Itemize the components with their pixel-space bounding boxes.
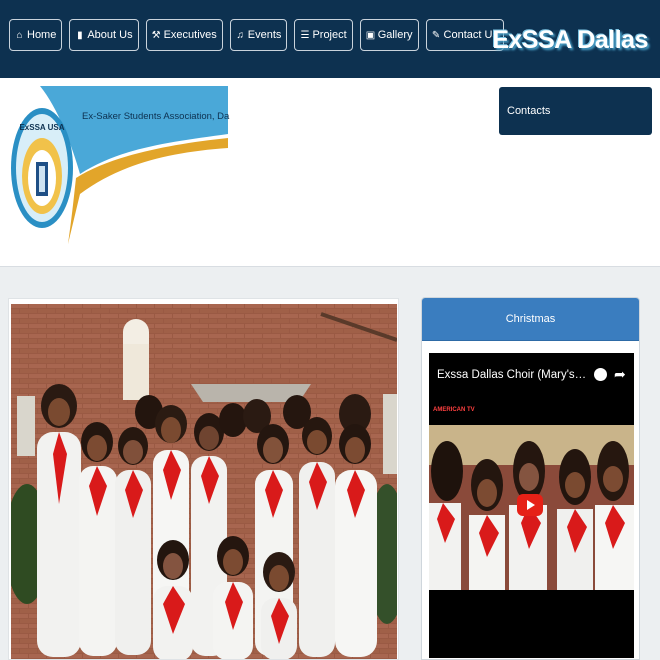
main-nav: ⌂ Home ▮ About Us ⚒ Executives ♫ Events ☰ Pro… [9, 19, 504, 51]
nav-project-button[interactable]: ☰ Project [294, 19, 353, 51]
nav-label: Gallery [377, 29, 413, 41]
gavel-icon: ⚒ [151, 29, 161, 41]
video-channel-logo: AMERICAN TV [433, 407, 475, 413]
video-embed[interactable]: Exssa Dallas Choir (Mary's Boy Child) ..… [429, 353, 634, 658]
site-brand[interactable]: ExSSA Dallas [492, 26, 648, 55]
christmas-panel: Christmas Exssa Dallas Choir (Mary's B ➦… [421, 297, 640, 660]
nav-executives-button[interactable]: ⚒ Executives [145, 19, 223, 51]
nav-label: Home [27, 29, 57, 41]
nav-label: Executives [163, 29, 217, 41]
christmas-panel-heading: Christmas [422, 298, 639, 341]
video-title[interactable]: Exssa Dallas Choir (Mary's Boy Child) ..… [437, 369, 587, 381]
share-icon[interactable]: ➦ [614, 366, 626, 383]
book-icon: ▮ [77, 29, 83, 41]
nav-gallery-button[interactable]: ▣ Gallery [359, 19, 419, 51]
home-icon: ⌂ [16, 29, 23, 41]
logo-emblem-text: ExSSA USA [19, 123, 64, 132]
logo-tagline: Ex-Saker Students Association, Dallas US… [82, 111, 230, 122]
contacts-panel-header[interactable]: Contacts [499, 87, 652, 135]
play-button-icon[interactable] [517, 494, 543, 516]
edit-icon: ✎ [431, 29, 441, 41]
list-icon: ☰ [300, 29, 310, 41]
nav-home-button[interactable]: ⌂ Home [9, 19, 63, 51]
nav-about-button[interactable]: ▮ About Us [69, 19, 139, 51]
picture-icon: ▣ [365, 29, 376, 41]
music-icon: ♫ [236, 29, 245, 41]
nav-label: Project [312, 29, 347, 41]
nav-label: Contact Us [443, 29, 498, 41]
site-logo[interactable]: ExSSA USA Ex-Saker Students Association,… [10, 86, 268, 246]
main-photo-panel [8, 298, 399, 660]
nav-label: Events [247, 29, 282, 41]
choir-group-photo [11, 304, 397, 659]
nav-events-button[interactable]: ♫ Events [229, 19, 288, 51]
watch-later-icon[interactable] [594, 368, 607, 381]
top-navbar: ⌂ Home ▮ About Us ⚒ Executives ♫ Events ☰ Pro… [0, 0, 660, 78]
nav-label: About Us [87, 29, 133, 41]
